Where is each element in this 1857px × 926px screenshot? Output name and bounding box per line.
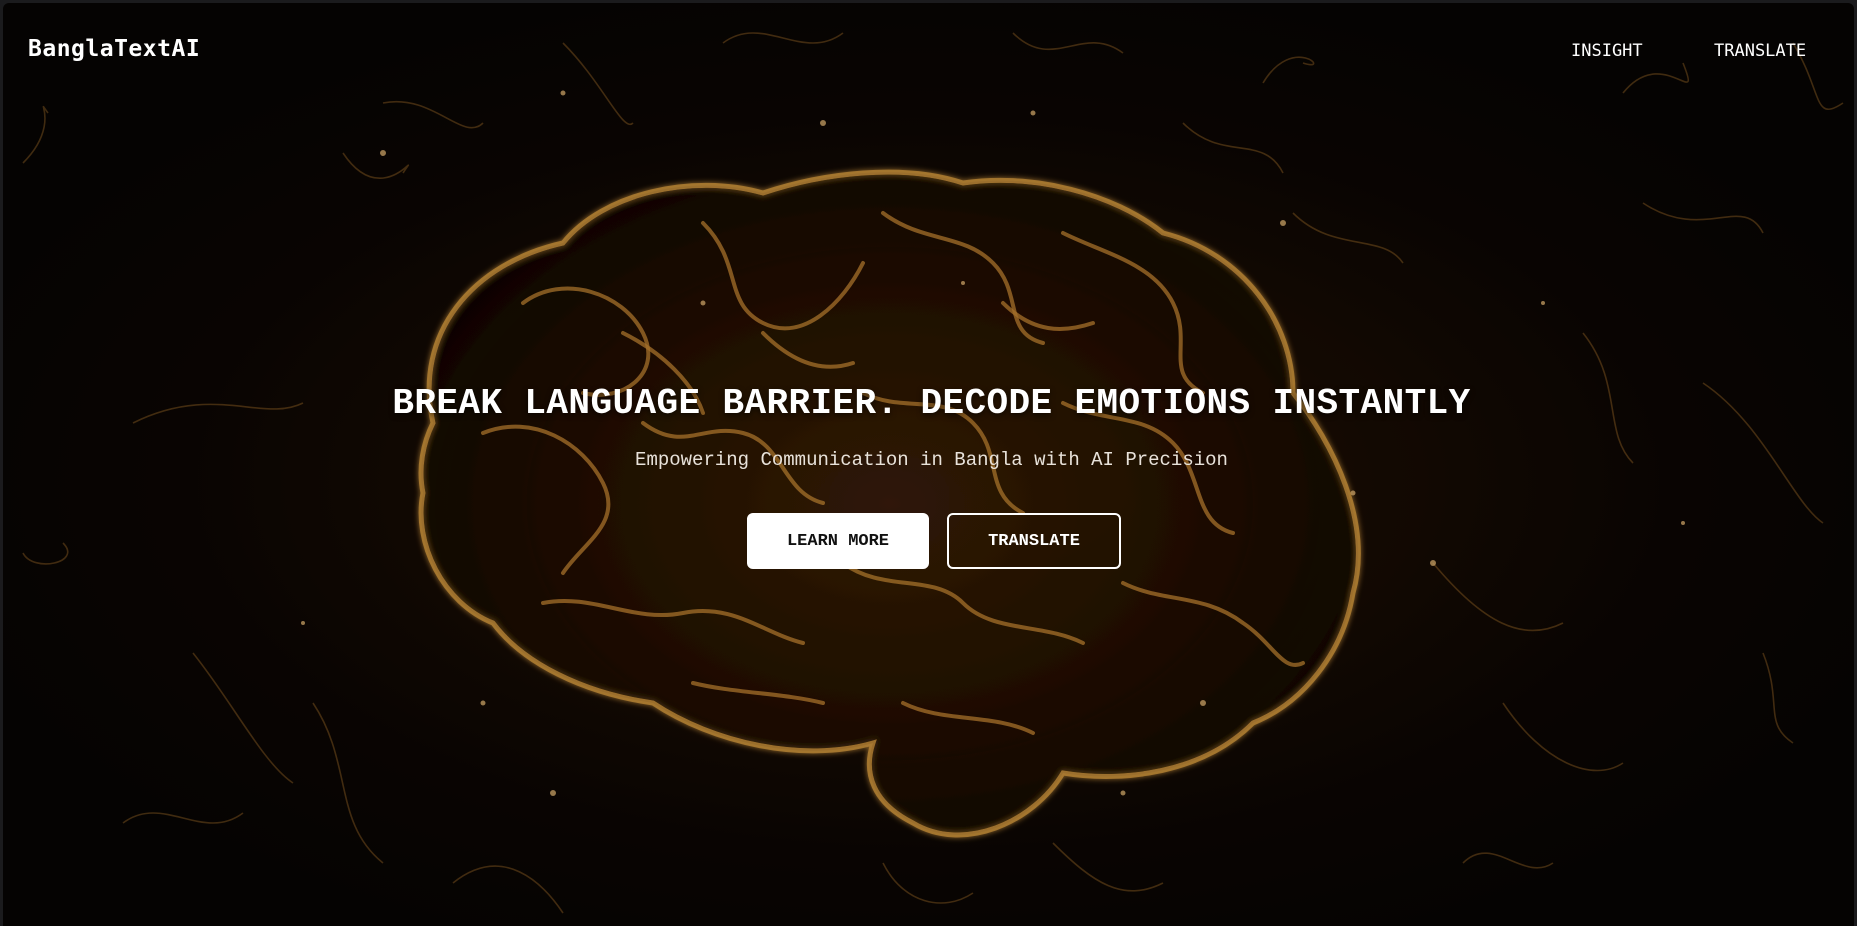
browser-viewport: BanglaTextAI INSIGHT TRANSLATE BREAK LAN… xyxy=(3,3,1854,926)
hero-subtitle: Empowering Communication in Bangla with … xyxy=(635,449,1228,471)
learn-more-button[interactable]: LEARN MORE xyxy=(747,513,929,569)
translate-button[interactable]: TRANSLATE xyxy=(947,513,1121,569)
hero-section: BREAK LANGUAGE BARRIER. DECODE EMOTIONS … xyxy=(3,3,1854,926)
hero-title: BREAK LANGUAGE BARRIER. DECODE EMOTIONS … xyxy=(392,383,1471,424)
